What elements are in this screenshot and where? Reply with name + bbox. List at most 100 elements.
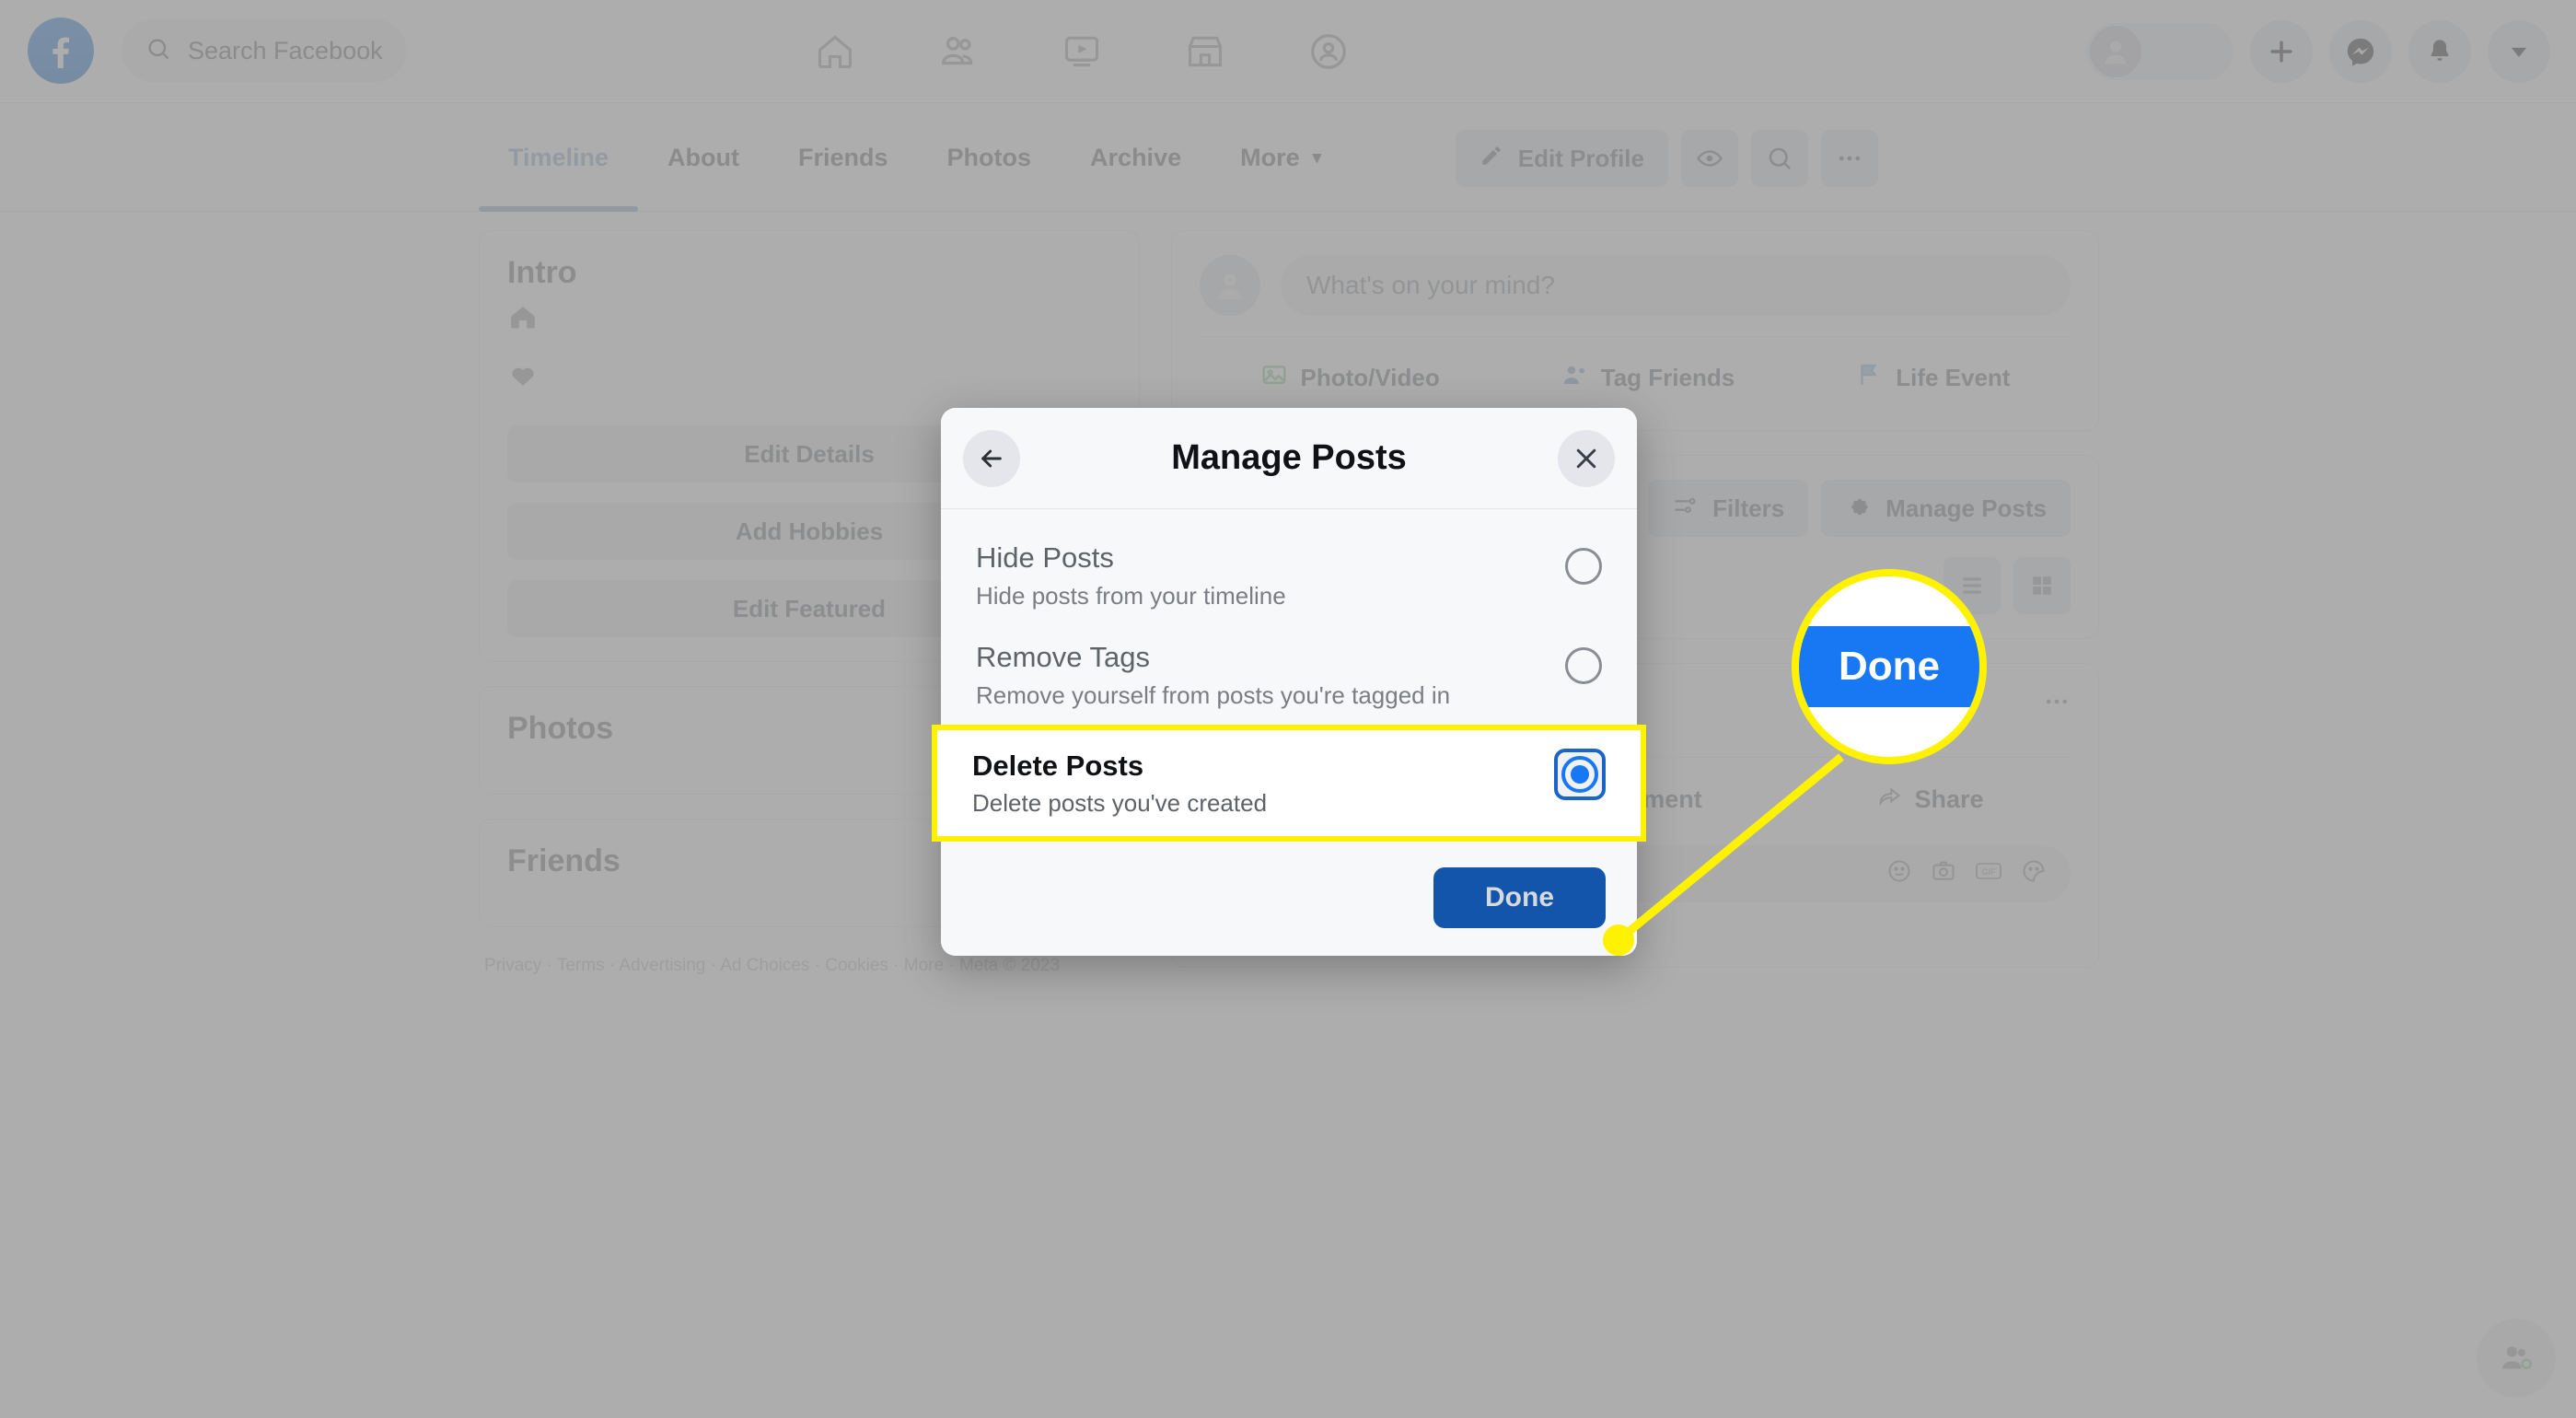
list-view-button[interactable] (1944, 557, 2001, 614)
tab-label: More (1240, 144, 1300, 172)
composer-action-label: Life Event (1896, 364, 2010, 392)
contacts-icon[interactable] (2477, 1319, 2556, 1398)
composer-input[interactable]: What's on your mind? (1281, 255, 2071, 316)
profile-avatar-pill[interactable] (2086, 23, 2234, 80)
profile-tab-bar: Timeline About Friends Photos Archive Mo… (0, 103, 2576, 212)
flag-icon (1855, 361, 1883, 395)
sliders-icon (1672, 493, 1698, 525)
gear-icon (1845, 493, 1871, 525)
home-icon (507, 302, 539, 338)
screenshot-root: Search Facebook (0, 0, 2576, 1418)
radio-remove-tags[interactable] (1565, 647, 1602, 684)
filters-button[interactable]: Filters (1648, 480, 1808, 537)
option-description: Hide posts from your timeline (976, 582, 1286, 610)
radio-hide-posts[interactable] (1565, 548, 1602, 585)
manage-posts-dialog: Manage Posts Hide Posts Hide posts from … (941, 408, 1637, 956)
comment-toolbar: GIF (1886, 858, 2047, 890)
divider (1200, 336, 2071, 337)
option-remove-tags[interactable]: Remove Tags Remove yourself from posts y… (941, 625, 1637, 725)
bell-icon[interactable] (2408, 20, 2471, 83)
manage-posts-button[interactable]: Manage Posts (1821, 480, 2071, 537)
emoji-icon[interactable] (1886, 858, 1912, 890)
profile-tab-actions: Edit Profile (1456, 130, 1878, 187)
heart-icon (507, 359, 539, 395)
profile-search-button[interactable] (1751, 130, 1808, 187)
option-label: Hide Posts (976, 540, 1286, 576)
intro-home-row (507, 291, 1111, 348)
tab-timeline[interactable]: Timeline (479, 103, 638, 212)
tab-archive[interactable]: Archive (1061, 103, 1211, 212)
video-icon[interactable] (1020, 0, 1143, 103)
composer-photo-video-button[interactable]: Photo/Video (1244, 350, 1456, 406)
view-as-button[interactable] (1681, 130, 1738, 187)
tab-about[interactable]: About (638, 103, 769, 212)
search-placeholder: Search Facebook (188, 37, 383, 65)
tab-label: Photos (947, 144, 1032, 172)
radio-delete-posts[interactable] (1554, 749, 1606, 800)
tab-photos[interactable]: Photos (918, 103, 1062, 212)
groups-icon[interactable] (1267, 0, 1390, 103)
friends-icon[interactable] (897, 0, 1020, 103)
composer-life-event-button[interactable]: Life Event (1839, 350, 2026, 406)
dialog-footer: Done (941, 842, 1637, 956)
search-icon (145, 36, 171, 66)
composer-tag-friends-button[interactable]: Tag Friends (1544, 350, 1751, 406)
messenger-icon[interactable] (2329, 20, 2392, 83)
grid-view-button[interactable] (2013, 557, 2071, 614)
plus-icon[interactable] (2250, 20, 2313, 83)
close-icon[interactable] (1558, 430, 1615, 487)
edit-profile-button[interactable]: Edit Profile (1456, 130, 1668, 187)
filters-label: Filters (1712, 494, 1784, 523)
photo-icon (1260, 361, 1288, 395)
tab-label: Timeline (508, 144, 609, 172)
top-navigation-bar: Search Facebook (0, 0, 2576, 103)
intro-title: Intro (507, 255, 1111, 291)
dialog-header: Manage Posts (941, 408, 1637, 509)
tab-friends[interactable]: Friends (769, 103, 918, 212)
composer-action-label: Photo/Video (1301, 364, 1440, 392)
post-more-button[interactable] (2043, 688, 2071, 720)
main-nav-icons (773, 0, 1390, 103)
marketplace-icon[interactable] (1143, 0, 1267, 103)
composer-card: What's on your mind? Photo/Video (1171, 230, 2099, 431)
composer-action-label: Tag Friends (1601, 364, 1735, 392)
facebook-logo-icon[interactable] (28, 17, 94, 84)
tab-label: Friends (798, 144, 888, 172)
option-label: Remove Tags (976, 640, 1450, 676)
arrow-left-icon[interactable] (963, 430, 1020, 487)
done-button[interactable]: Done (1433, 867, 1606, 928)
pencil-icon (1479, 144, 1503, 174)
avatar (2090, 26, 2141, 77)
sticker-icon[interactable] (2021, 858, 2047, 890)
search-input[interactable]: Search Facebook (122, 19, 407, 82)
friends-title: Friends (507, 843, 621, 879)
tab-label: About (667, 144, 739, 172)
svg-text:GIF: GIF (1982, 867, 1997, 877)
post-action-label: Share (1915, 785, 1984, 814)
manage-posts-label: Manage Posts (1886, 494, 2047, 523)
option-label: Delete Posts (972, 749, 1267, 785)
tab-more[interactable]: More ▾ (1211, 103, 1351, 212)
option-delete-posts[interactable]: Delete Posts Delete posts you've created (937, 730, 1641, 837)
option-description: Remove yourself from posts you're tagged… (976, 681, 1450, 710)
avatar (1200, 255, 1260, 316)
chevron-down-icon: ▾ (1313, 147, 1322, 169)
profile-more-button[interactable] (1821, 130, 1878, 187)
edit-profile-label: Edit Profile (1518, 145, 1644, 173)
gif-icon[interactable]: GIF (1975, 859, 2002, 889)
dialog-options: Hide Posts Hide posts from your timeline… (941, 509, 1637, 836)
intro-heart-row (507, 348, 1111, 405)
tag-friends-icon (1561, 361, 1588, 395)
radio-selected-indicator (1561, 756, 1598, 793)
home-icon[interactable] (773, 0, 897, 103)
share-icon (1876, 784, 1902, 816)
chevron-down-icon[interactable] (2488, 20, 2550, 83)
profile-tabs: Timeline About Friends Photos Archive Mo… (479, 103, 1351, 212)
top-right-actions (2086, 0, 2550, 103)
tab-label: Archive (1090, 144, 1181, 172)
option-description: Delete posts you've created (972, 789, 1267, 818)
camera-icon[interactable] (1931, 858, 1956, 890)
option-hide-posts[interactable]: Hide Posts Hide posts from your timeline (941, 526, 1637, 625)
post-share-button[interactable]: Share (1856, 774, 2004, 825)
dialog-title: Manage Posts (1171, 438, 1407, 478)
